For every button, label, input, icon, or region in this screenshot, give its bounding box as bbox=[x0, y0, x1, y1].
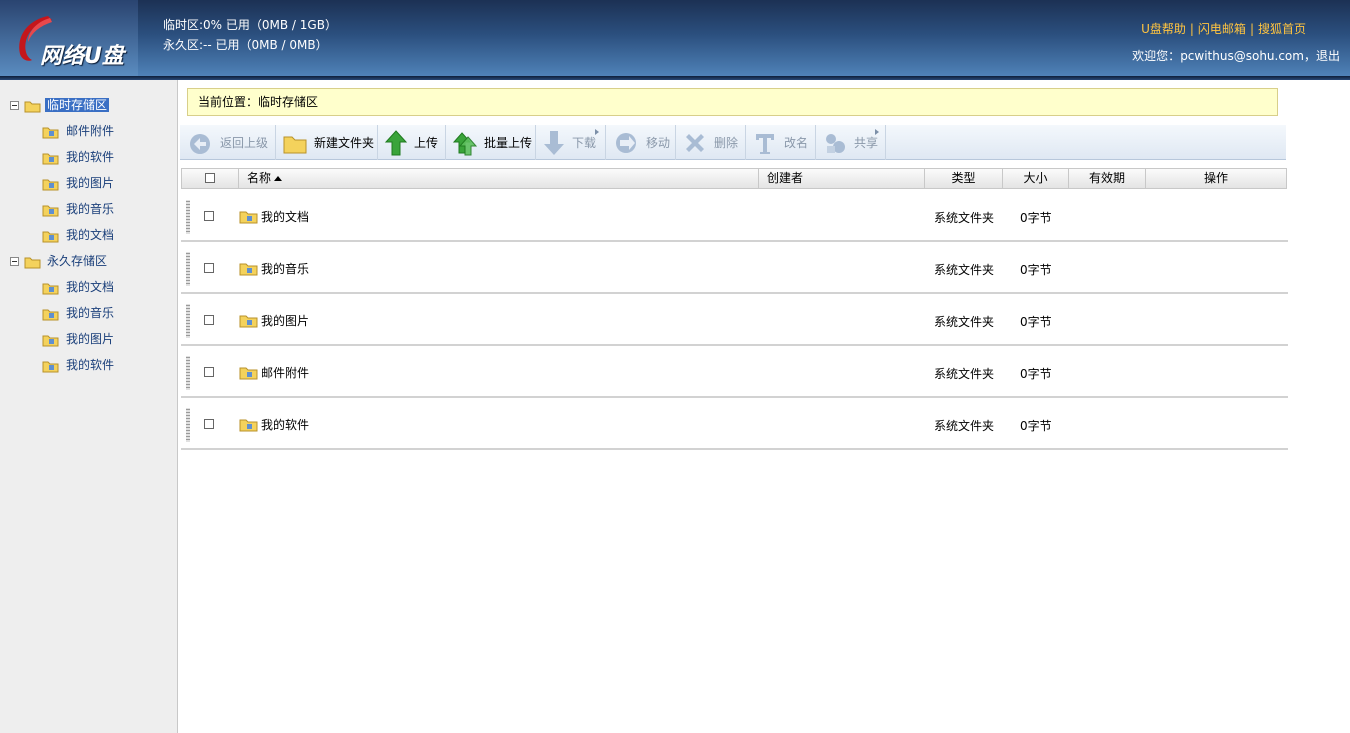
drag-handle-icon[interactable] bbox=[186, 356, 190, 390]
sidebar-item-music[interactable]: 我的音乐 bbox=[42, 200, 116, 218]
sort-ascending-icon bbox=[274, 176, 283, 181]
share-dropdown-icon bbox=[875, 129, 879, 135]
toolbar: 返回上级 新建文件夹 上传 批量上传 下载 移动 删除 改名 共享 bbox=[180, 125, 1286, 160]
upload-button[interactable]: 上传 bbox=[378, 125, 446, 160]
sidebar-item-perm-music[interactable]: 我的音乐 bbox=[42, 304, 116, 322]
locked-folder-icon bbox=[239, 367, 258, 380]
locked-folder-icon bbox=[42, 309, 59, 320]
rename-text-icon bbox=[756, 133, 774, 154]
download-dropdown-icon bbox=[595, 129, 599, 135]
drag-handle-icon[interactable] bbox=[186, 252, 190, 286]
locked-folder-icon bbox=[239, 315, 258, 328]
drag-handle-icon[interactable] bbox=[186, 200, 190, 234]
locked-folder-icon bbox=[42, 283, 59, 294]
row-checkbox[interactable] bbox=[204, 211, 214, 221]
sidebar-item-mail-attach[interactable]: 邮件附件 bbox=[42, 122, 116, 140]
new-folder-icon bbox=[283, 136, 307, 153]
sidebar-item-software[interactable]: 我的软件 bbox=[42, 148, 116, 166]
table-row[interactable]: 我的图片 系统文件夹 0字节 bbox=[181, 294, 1288, 346]
share-icon bbox=[826, 133, 845, 153]
col-name[interactable]: 名称 bbox=[239, 169, 759, 188]
row-checkbox[interactable] bbox=[204, 419, 214, 429]
mail-link[interactable]: 闪电邮箱 bbox=[1198, 22, 1246, 36]
rename-button[interactable]: 改名 bbox=[746, 125, 816, 160]
drag-handle-icon[interactable] bbox=[186, 408, 190, 442]
new-folder-button[interactable]: 新建文件夹 bbox=[276, 125, 378, 160]
table-row[interactable]: 邮件附件 系统文件夹 0字节 bbox=[181, 346, 1288, 398]
download-button[interactable]: 下载 bbox=[536, 125, 606, 160]
delete-x-icon bbox=[686, 133, 704, 152]
sidebar-item-documents[interactable]: 我的文档 bbox=[42, 226, 116, 244]
folder-icon bbox=[24, 257, 41, 268]
welcome-text: 欢迎您：pcwithus@sohu.com，退出 bbox=[1132, 49, 1340, 63]
table-row[interactable]: 我的音乐 系统文件夹 0字节 bbox=[181, 242, 1288, 294]
upload-arrow-icon bbox=[384, 129, 408, 155]
row-checkbox[interactable] bbox=[204, 263, 214, 273]
table-row[interactable]: 我的文档 系统文件夹 0字节 bbox=[181, 190, 1288, 242]
top-header: 网络U盘 临时区:0% 已用（0MB / 1GB） 永久区:-- 已用（0MB … bbox=[0, 0, 1350, 76]
tree-root-perm[interactable]: 永久存储区 bbox=[24, 252, 109, 270]
tree-root-label: 临时存储区 bbox=[45, 98, 110, 112]
collapse-toggle-temp[interactable] bbox=[10, 101, 19, 110]
locked-folder-icon bbox=[239, 419, 258, 432]
tree-root-temp[interactable]: 临时存储区 bbox=[24, 96, 110, 114]
sidebar-item-perm-pictures[interactable]: 我的图片 bbox=[42, 330, 116, 348]
perm-quota: 永久区:-- 已用（0MB / 0MB） bbox=[163, 38, 328, 52]
sidebar-item-perm-software[interactable]: 我的软件 bbox=[42, 356, 116, 374]
download-arrow-icon bbox=[544, 130, 564, 155]
sidebar-tree: 临时存储区 邮件附件 我的软件 我的图片 我的音乐 我的文档 永久存储区 我的文… bbox=[0, 80, 178, 733]
col-action: 操作 bbox=[1203, 171, 1228, 185]
locked-folder-icon bbox=[42, 153, 59, 164]
breadcrumb-prefix: 当前位置： bbox=[198, 95, 259, 109]
batch-upload-icon bbox=[452, 131, 478, 155]
locked-folder-icon bbox=[239, 211, 258, 224]
locked-folder-icon bbox=[42, 231, 59, 242]
locked-folder-icon bbox=[42, 179, 59, 190]
row-checkbox[interactable] bbox=[204, 315, 214, 325]
sohu-home-link[interactable]: 搜狐首页 bbox=[1258, 22, 1306, 36]
col-size[interactable]: 大小 bbox=[1003, 169, 1069, 188]
back-icon bbox=[190, 133, 210, 154]
breadcrumb: 当前位置：临时存储区 bbox=[187, 88, 1278, 116]
move-icon bbox=[616, 132, 636, 153]
locked-folder-icon bbox=[42, 205, 59, 216]
share-button[interactable]: 共享 bbox=[816, 125, 886, 160]
locked-folder-icon bbox=[239, 263, 258, 276]
select-all-cell bbox=[182, 169, 239, 188]
top-links: U盘帮助 | 闪电邮箱 | 搜狐首页 bbox=[1141, 22, 1306, 36]
help-link[interactable]: U盘帮助 bbox=[1141, 22, 1186, 36]
batch-upload-button[interactable]: 批量上传 bbox=[446, 125, 536, 160]
folder-icon bbox=[24, 101, 41, 112]
move-button[interactable]: 移动 bbox=[606, 125, 676, 160]
locked-folder-icon bbox=[42, 361, 59, 372]
col-creator[interactable]: 创建者 bbox=[759, 169, 925, 188]
col-type[interactable]: 类型 bbox=[925, 169, 1003, 188]
table-row[interactable]: 我的软件 系统文件夹 0字节 bbox=[181, 398, 1288, 450]
locked-folder-icon bbox=[42, 127, 59, 138]
temp-quota: 临时区:0% 已用（0MB / 1GB） bbox=[163, 18, 337, 32]
locked-folder-icon bbox=[42, 335, 59, 346]
sidebar-item-pictures[interactable]: 我的图片 bbox=[42, 174, 116, 192]
collapse-toggle-perm[interactable] bbox=[10, 257, 19, 266]
header-divider bbox=[0, 76, 1350, 80]
drag-handle-icon[interactable] bbox=[186, 304, 190, 338]
breadcrumb-location: 临时存储区 bbox=[258, 95, 319, 109]
delete-button[interactable]: 删除 bbox=[676, 125, 746, 160]
logout-link[interactable]: 退出 bbox=[1316, 49, 1340, 63]
logo-text: 网络U盘 bbox=[40, 44, 124, 69]
row-checkbox[interactable] bbox=[204, 367, 214, 377]
logo[interactable]: 网络U盘 bbox=[0, 0, 138, 76]
sidebar-item-perm-documents[interactable]: 我的文档 bbox=[42, 278, 116, 296]
user-email: pcwithus@sohu.com bbox=[1180, 49, 1304, 63]
back-button[interactable]: 返回上级 bbox=[180, 125, 276, 160]
col-expiry[interactable]: 有效期 bbox=[1069, 169, 1146, 188]
select-all-checkbox[interactable] bbox=[205, 173, 215, 183]
table-header: 名称 创建者 类型 大小 有效期 操作 bbox=[181, 168, 1287, 189]
